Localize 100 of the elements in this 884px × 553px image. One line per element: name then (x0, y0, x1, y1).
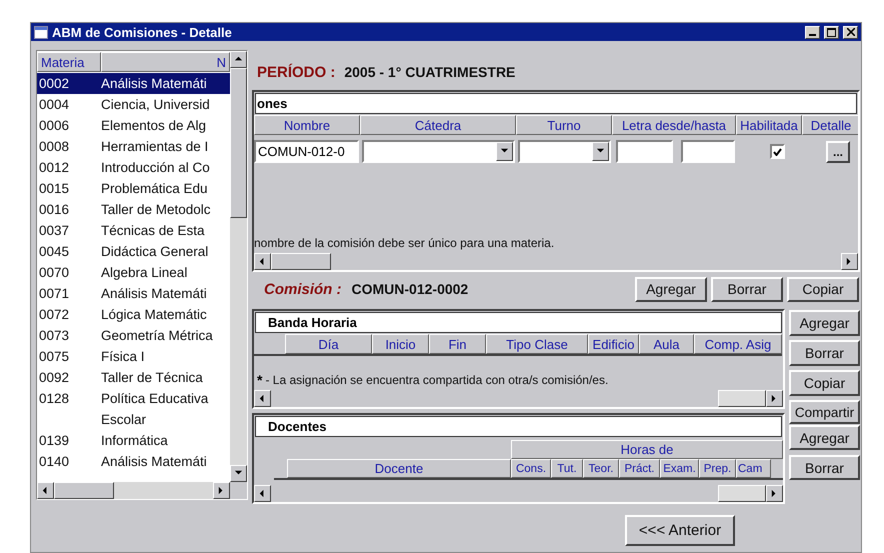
subject-row[interactable]: 0075 Física I (37, 346, 230, 367)
subject-row[interactable]: 0128 Política Educativa Escolar (37, 388, 230, 430)
subject-row[interactable]: 0002 Análisis Matemáti (37, 73, 230, 94)
action-button[interactable]: Borrar (789, 455, 860, 480)
scroll-right-button[interactable] (766, 390, 783, 407)
column-header[interactable]: Comp. Asig (694, 334, 782, 354)
subject-row[interactable]: 0073 Geometría Métrica (37, 325, 230, 346)
turno-dropdown[interactable] (518, 140, 611, 163)
subject-code: 0139 (38, 432, 70, 450)
subject-row[interactable]: 0037 Técnicas de Esta (37, 220, 230, 241)
column-header[interactable]: Teor. (583, 459, 619, 478)
subject-row[interactable]: 0012 Introducción al Co (37, 157, 230, 178)
column-header[interactable]: Prep. (699, 459, 736, 478)
column-header[interactable]: Habilitada (736, 115, 802, 135)
subject-row[interactable]: 0071 Análisis Matemáti (37, 283, 230, 304)
scroll-right-button[interactable] (841, 253, 858, 270)
column-header[interactable]: Fin (429, 334, 486, 354)
column-header[interactable]: Detalle (802, 115, 858, 135)
maximize-button[interactable] (824, 26, 839, 38)
subject-row[interactable]: 0016 Taller de Metodolc (37, 199, 230, 220)
subject-row[interactable]: 0072 Lógica Matemátic (37, 304, 230, 325)
panel-title: Docentes (255, 416, 782, 437)
subject-row[interactable]: 0008 Herramientas de I (37, 136, 230, 157)
column-header[interactable]: N (101, 52, 230, 72)
scroll-left-button[interactable] (37, 482, 54, 499)
subject-row[interactable]: 0092 Taller de Técnica (37, 367, 230, 388)
subject-name: Geometría Métrica (101, 327, 214, 345)
scroll-right-button[interactable] (213, 482, 230, 499)
subject-code: 0072 (38, 306, 70, 324)
scrollbar-thumb[interactable] (271, 253, 331, 270)
name-field[interactable]: COMUN-012-0 (254, 140, 359, 163)
letter-to-field[interactable] (681, 140, 735, 163)
column-header[interactable]: Tut. (551, 459, 583, 478)
subject-row[interactable]: 0045 Didáctica General (37, 241, 230, 262)
action-button[interactable]: Agregar (789, 310, 860, 336)
scroll-up-button[interactable] (230, 51, 247, 68)
subject-row[interactable]: 0004 Ciencia, Universid (37, 94, 230, 115)
column-header[interactable]: Materia (37, 52, 101, 72)
subject-row[interactable]: 0006 Elementos de Alg (37, 115, 230, 136)
subject-row[interactable]: 0015 Problemática Edu (37, 178, 230, 199)
letter-from-field[interactable] (616, 140, 673, 163)
action-button[interactable]: Compartir (789, 400, 860, 424)
column-header[interactable]: Cam (736, 459, 771, 478)
column-header[interactable]: Práct. (619, 459, 660, 478)
subject-code: 0015 (38, 180, 70, 198)
horizontal-scrollbar[interactable] (254, 390, 783, 407)
vertical-scrollbar[interactable] (230, 51, 247, 482)
subject-code: 0140 (38, 453, 70, 471)
scrollbar-corner (230, 482, 247, 499)
period-label: PERÍODO : (257, 64, 336, 80)
column-header[interactable]: Nombre (254, 115, 360, 135)
previous-button[interactable]: <<< Anterior (625, 515, 735, 546)
column-header[interactable]: Letra desde/hasta (612, 115, 736, 135)
subject-row[interactable]: 0139 Informática (37, 430, 230, 451)
column-header[interactable]: Cátedra (360, 115, 516, 135)
action-button[interactable]: Copiar (789, 370, 860, 396)
enabled-checkbox[interactable] (770, 144, 785, 159)
column-header[interactable]: Aula (639, 334, 694, 354)
catedra-dropdown[interactable] (362, 140, 515, 163)
window-title: ABM de Comisiones - Detalle (52, 24, 233, 40)
action-button[interactable]: Agregar (635, 276, 707, 302)
close-button[interactable] (843, 26, 858, 38)
column-header[interactable]: Edificio (588, 334, 639, 354)
scroll-left-button[interactable] (254, 390, 271, 407)
minimize-button[interactable] (805, 26, 820, 38)
scrollbar-thumb[interactable] (718, 485, 766, 502)
scroll-left-button[interactable] (254, 485, 271, 502)
subject-code: 0092 (38, 369, 70, 387)
scrollbar-thumb[interactable] (718, 390, 766, 407)
scroll-right-button[interactable] (766, 485, 783, 502)
subject-code: 0016 (38, 201, 70, 219)
subject-name: Didáctica General (101, 243, 210, 261)
subject-row[interactable]: 0140 Análisis Matemáti (37, 451, 230, 472)
scrollbar-thumb[interactable] (230, 68, 247, 218)
column-header[interactable]: Docente (287, 459, 511, 478)
subject-code: 0071 (38, 285, 70, 303)
column-header[interactable]: Día (285, 334, 372, 354)
action-button[interactable]: Copiar (787, 276, 859, 302)
horizontal-scrollbar[interactable] (254, 485, 783, 502)
subject-name: Herramientas de I (101, 138, 210, 156)
column-header[interactable]: Tipo Clase (486, 334, 588, 354)
subject-row[interactable]: 0070 Algebra Lineal (37, 262, 230, 283)
column-header[interactable]: Cons. (511, 459, 551, 478)
horizontal-scrollbar[interactable] (37, 482, 230, 499)
subject-code: 0002 (38, 75, 70, 93)
subject-code: 0012 (38, 159, 70, 177)
horizontal-scrollbar[interactable] (254, 253, 858, 270)
action-button[interactable]: Borrar (789, 340, 860, 366)
action-button[interactable]: Agregar (789, 425, 860, 450)
column-header[interactable]: Exam. (660, 459, 699, 478)
action-button[interactable]: Borrar (711, 276, 783, 302)
scroll-down-button[interactable] (230, 465, 247, 482)
detail-button[interactable]: ... (826, 140, 850, 162)
window-icon (34, 26, 48, 38)
subject-code: 0045 (38, 243, 70, 261)
column-header[interactable]: Inicio (372, 334, 429, 354)
scrollbar-thumb[interactable] (54, 482, 114, 499)
column-header[interactable]: Turno (516, 115, 612, 135)
scroll-left-button[interactable] (254, 253, 271, 270)
subject-name: Política Educativa Escolar (101, 390, 210, 429)
